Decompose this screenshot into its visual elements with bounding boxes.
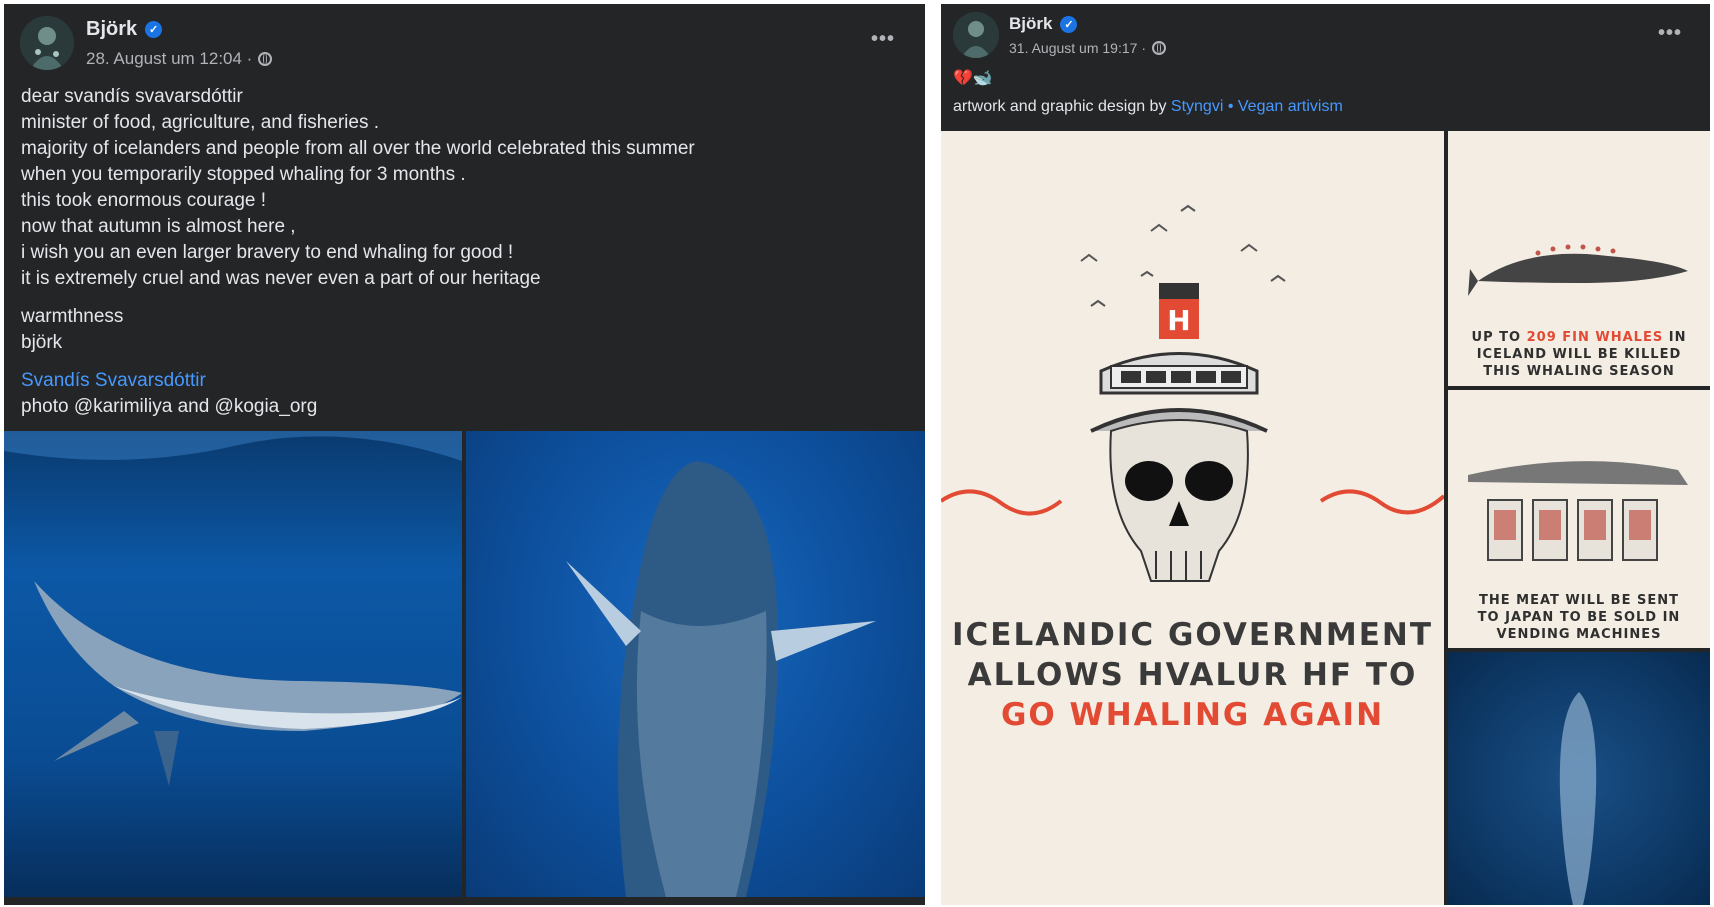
post-text-line: this took enormous courage ! xyxy=(21,190,267,211)
post-text-line: dear svandís svavarsdóttir xyxy=(21,86,243,107)
styngvi-link[interactable]: Styngvi xyxy=(1171,98,1223,115)
more-dots-icon[interactable]: ••• xyxy=(871,28,895,51)
vegan-artivism-link[interactable]: Vegan artivism xyxy=(1238,98,1343,115)
photo-credit: photo @karimiliya and @kogia_org xyxy=(21,396,318,417)
svg-text:H: H xyxy=(1167,304,1190,337)
tile2-line2: TO JAPAN TO BE SOLD IN xyxy=(1477,610,1681,625)
fin-whale-count: 209 FIN WHALES xyxy=(1526,330,1664,345)
tagged-person-link[interactable]: Svandís Svavarsdóttir xyxy=(21,368,901,394)
tile1-line2: ICELAND WILL BE KILLED xyxy=(1476,347,1682,362)
tile2-line3: VENDING MACHINES xyxy=(1496,627,1662,642)
signoff-line: björk xyxy=(21,332,63,353)
whale-photo-3[interactable] xyxy=(1448,652,1710,905)
globe-icon xyxy=(1151,41,1166,55)
poster-headline-line2: ALLOWS HVALUR HF TO xyxy=(967,657,1418,693)
globe-icon xyxy=(258,52,273,66)
post-text: dear svandís svavarsdóttir minister of f… xyxy=(21,84,901,420)
post-text-line: minister of food, agriculture, and fishe… xyxy=(21,112,380,133)
vending-machines-tile[interactable]: THE MEAT WILL BE SENT TO JAPAN TO BE SOL… xyxy=(1448,390,1710,648)
post-text-line: i wish you an even larger bravery to end… xyxy=(21,242,514,263)
post-text-line: majority of icelanders and people from a… xyxy=(21,138,695,159)
skull-ship-illustration: H xyxy=(941,204,1444,582)
post-caption: artwork and graphic design by Styngvi • … xyxy=(953,98,1343,116)
timestamp[interactable]: 31. August um 19:17 · xyxy=(1009,40,1146,56)
author-name[interactable]: Björk ✓ xyxy=(86,18,163,41)
post-bjork-aug28: Björk ✓ 28. August um 12:04 · ••• dear s… xyxy=(4,4,925,905)
more-dots-icon[interactable]: ••• xyxy=(1658,22,1682,45)
fin-whales-tile[interactable]: UP TO 209 FIN WHALES IN ICELAND WILL BE … xyxy=(1448,131,1710,386)
vending-machine-illustration xyxy=(1468,461,1688,561)
verified-badge-icon: ✓ xyxy=(145,21,163,38)
tile1-line1: UP TO 209 FIN WHALES IN xyxy=(1471,330,1687,345)
post-meta: 28. August um 12:04 · xyxy=(86,49,273,69)
verified-badge-icon: ✓ xyxy=(1060,15,1078,33)
post-text-line: it is extremely cruel and was never even… xyxy=(21,268,541,289)
whale-photo-1[interactable] xyxy=(4,431,462,897)
avatar[interactable] xyxy=(20,16,74,70)
whale-photo-2[interactable] xyxy=(466,431,925,897)
poster-image[interactable]: H ICELANDIC GOVERNMENT ALLOWS HVALUR HF … xyxy=(941,131,1444,905)
poster-headline-line3: GO WHALING AGAIN xyxy=(1000,697,1385,733)
post-meta: 31. August um 19:17 · xyxy=(1009,40,1166,56)
author-name-text[interactable]: Björk xyxy=(86,18,137,41)
author-name-text[interactable]: Björk xyxy=(1009,14,1052,34)
tile2-line1: THE MEAT WILL BE SENT xyxy=(1479,593,1679,608)
signoff-line: warmthness xyxy=(21,306,124,327)
poster-headline-line1: ICELANDIC GOVERNMENT xyxy=(951,617,1434,653)
author-name[interactable]: Björk ✓ xyxy=(1009,14,1078,34)
post-text-line: now that autumn is almost here , xyxy=(21,216,296,237)
timestamp[interactable]: 28. August um 12:04 · xyxy=(86,49,252,69)
whale-illustration xyxy=(1468,244,1688,296)
post-emoji: 💔🐋 xyxy=(953,70,993,87)
caption-text: artwork and graphic design by xyxy=(953,98,1171,115)
post-bjork-aug31: Björk ✓ 31. August um 19:17 · ••• 💔🐋 art… xyxy=(941,4,1710,905)
avatar[interactable] xyxy=(953,12,999,58)
tile1-line3: THIS WHALING SEASON xyxy=(1483,364,1675,379)
post-text-line: when you temporarily stopped whaling for… xyxy=(21,164,466,185)
caption-separator: • xyxy=(1223,98,1238,115)
